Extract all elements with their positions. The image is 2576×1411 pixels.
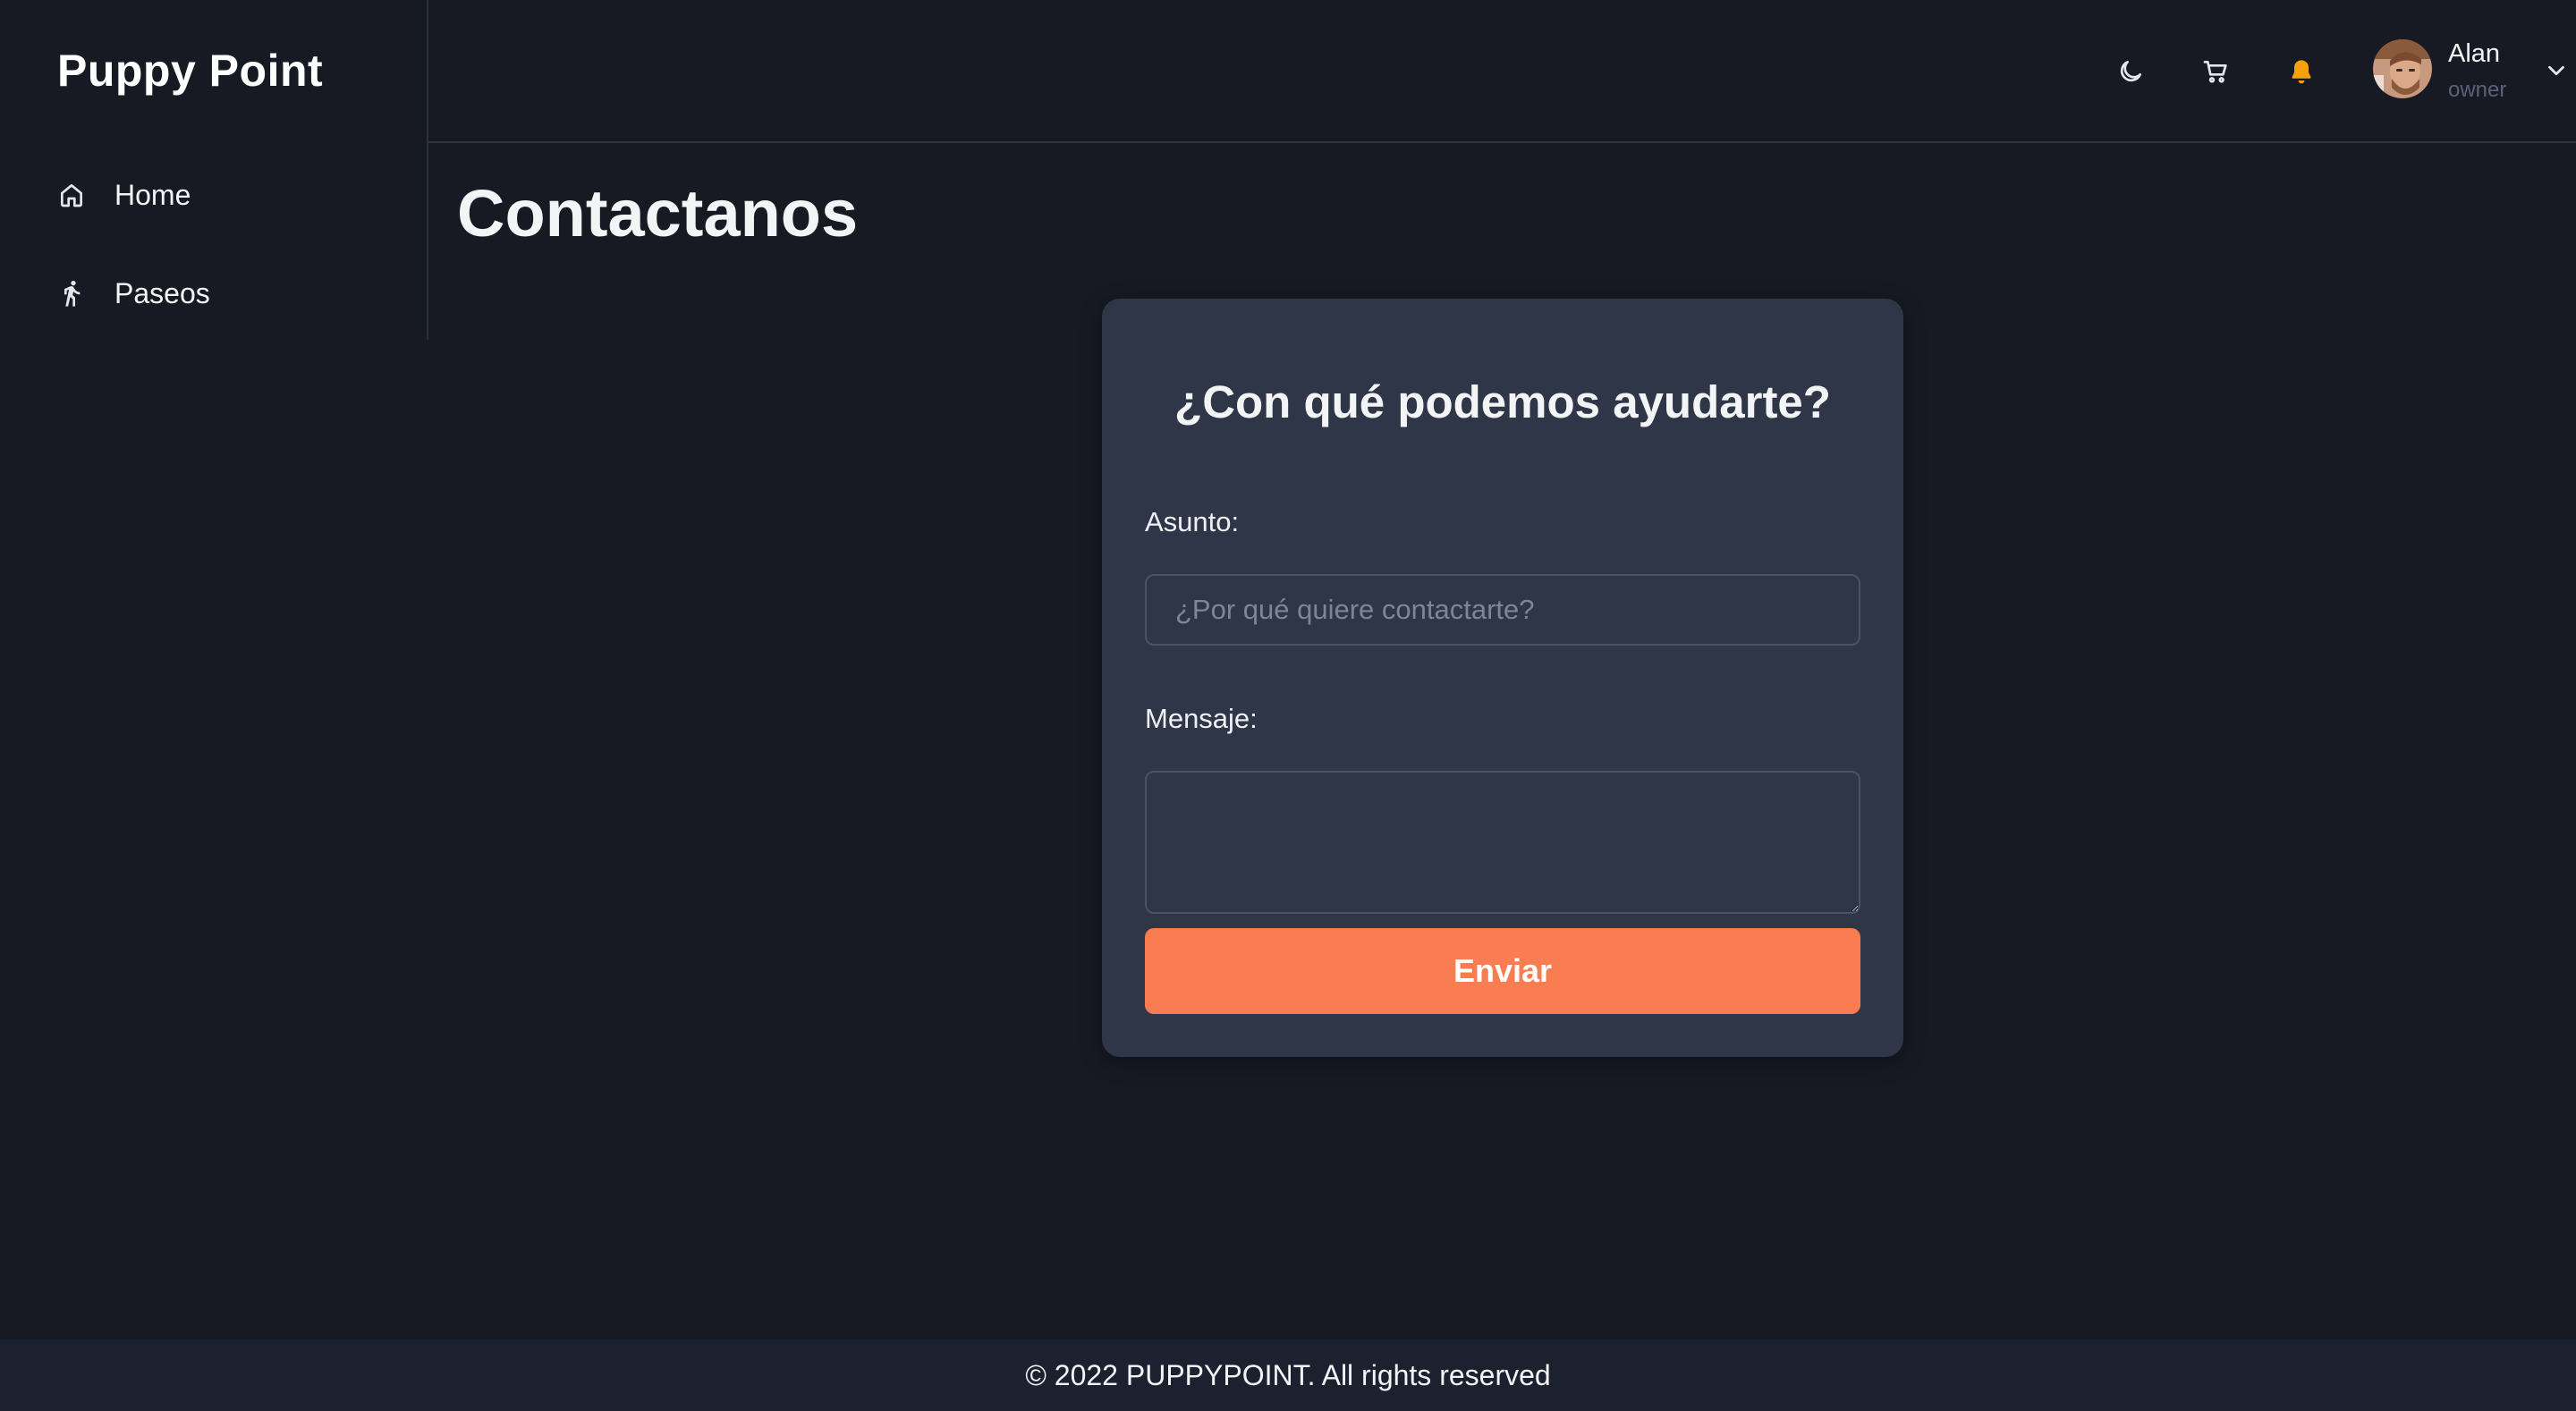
sidebar-item-paseos[interactable]: Paseos <box>57 266 397 320</box>
sidebar-item-home[interactable]: Home <box>57 168 397 222</box>
bell-icon <box>2287 57 2316 90</box>
sidebar-item-label: Paseos <box>114 276 210 309</box>
cart-icon <box>2201 57 2230 90</box>
form-heading: ¿Con qué podemos ayudarte? <box>1174 376 1831 427</box>
moon-icon <box>2116 57 2145 90</box>
cart-button[interactable] <box>2190 48 2241 98</box>
top-header: Alan owner <box>428 0 2576 143</box>
message-label: Mensaje: <box>1145 703 1258 734</box>
home-icon <box>57 181 86 209</box>
message-textarea[interactable] <box>1145 771 1860 914</box>
walking-person-icon <box>57 279 86 308</box>
sidebar: Puppy Point Home Paseos <box>0 0 428 340</box>
sidebar-item-label: Home <box>114 178 191 211</box>
user-name: Alan <box>2448 39 2501 68</box>
notifications-button[interactable] <box>2276 48 2326 98</box>
copyright-text: © 2022 PUPPYPOINT. All rights reserved <box>1025 1358 1551 1391</box>
footer: © 2022 PUPPYPOINT. All rights reserved <box>0 1339 2576 1411</box>
user-role: owner <box>2448 78 2507 102</box>
theme-toggle-button[interactable] <box>2106 48 2156 98</box>
brand-logo[interactable]: Puppy Point <box>57 45 323 97</box>
contact-form-card: ¿Con qué podemos ayudarte? Asunto: Mensa… <box>1102 299 1903 1057</box>
avatar <box>2373 39 2432 98</box>
subject-input[interactable] <box>1145 574 1860 646</box>
chevron-down-icon <box>2543 57 2570 84</box>
subject-label: Asunto: <box>1145 506 1240 537</box>
user-menu[interactable]: Alan owner <box>2373 36 2570 107</box>
page-title: Contactanos <box>457 176 859 250</box>
submit-button[interactable]: Enviar <box>1145 928 1860 1014</box>
